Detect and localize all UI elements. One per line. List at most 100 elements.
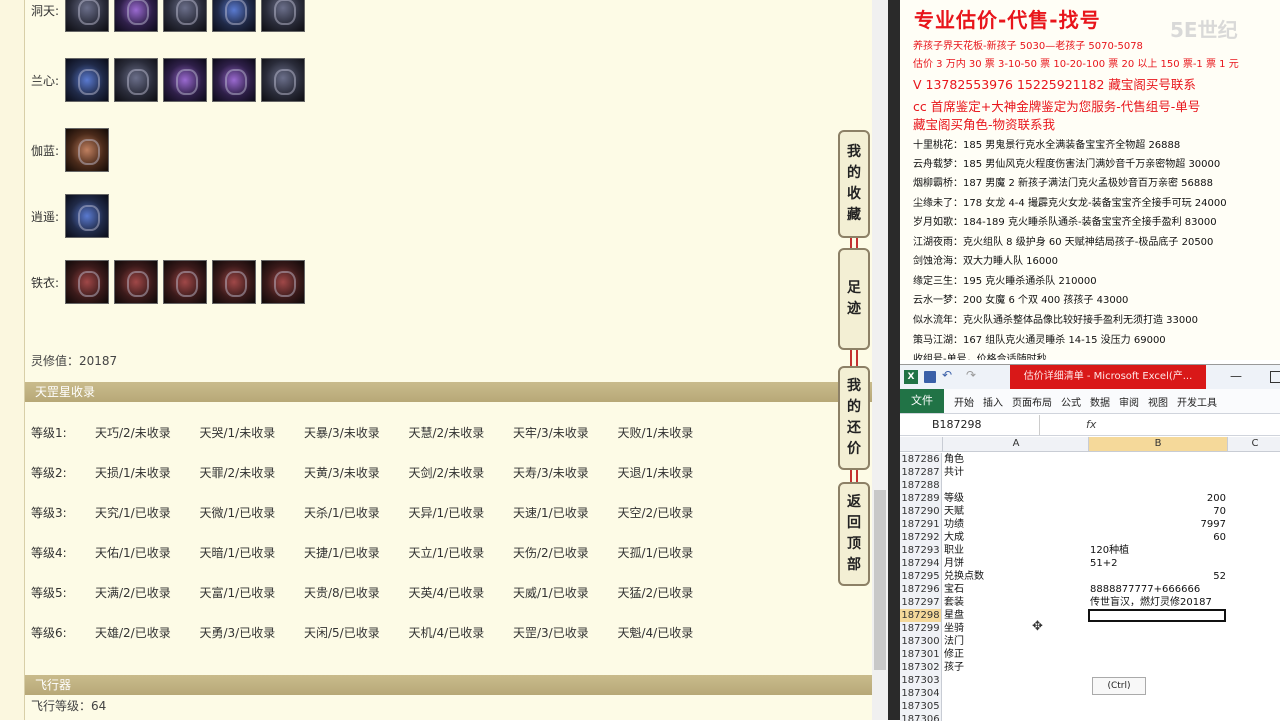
equipment-item-icon[interactable] bbox=[65, 128, 109, 172]
footprint-button[interactable]: 足迹 bbox=[838, 248, 870, 350]
column-header-a[interactable]: A bbox=[942, 437, 1089, 451]
sheet-row: 187305 bbox=[900, 700, 1280, 713]
row-number[interactable]: 187305 bbox=[900, 700, 942, 713]
equipment-item-icon[interactable] bbox=[114, 0, 158, 32]
equipment-item-icon[interactable] bbox=[212, 58, 256, 102]
equipment-item-icon[interactable] bbox=[65, 0, 109, 32]
my-bargain-button[interactable]: 我的还价 bbox=[838, 366, 870, 470]
equipment-item-icon[interactable] bbox=[163, 58, 207, 102]
maximize-icon[interactable] bbox=[1270, 371, 1280, 383]
row-number[interactable]: 187293 bbox=[900, 544, 942, 557]
redo-icon[interactable]: ↷ bbox=[966, 368, 976, 382]
excel-app-icon[interactable]: X bbox=[904, 370, 918, 384]
row-number[interactable]: 187295 bbox=[900, 570, 942, 583]
ribbon-tab[interactable]: 页面布局 bbox=[1012, 394, 1052, 409]
equipment-item-icon[interactable] bbox=[212, 0, 256, 32]
equipment-item-icon[interactable] bbox=[261, 58, 305, 102]
cell-a[interactable]: 宝石 bbox=[944, 583, 1088, 596]
paste-options-button[interactable]: (Ctrl) bbox=[1092, 677, 1146, 695]
equipment-item-icon[interactable] bbox=[261, 0, 305, 32]
cell-a[interactable]: 共计 bbox=[944, 466, 1088, 479]
cell-a[interactable]: 角色 bbox=[944, 453, 1088, 466]
fx-icon[interactable]: fx bbox=[1086, 415, 1096, 435]
cell-a[interactable]: 套装 bbox=[944, 596, 1088, 609]
ribbon-tab[interactable]: 开发工具 bbox=[1177, 394, 1217, 409]
back-to-top-button[interactable]: 返回顶部 bbox=[838, 482, 870, 586]
row-number[interactable]: 187286 bbox=[900, 453, 942, 466]
cell-a[interactable]: 功绩 bbox=[944, 518, 1088, 531]
ribbon-tab[interactable]: 视图 bbox=[1148, 394, 1168, 409]
cell-a[interactable]: 大成 bbox=[944, 531, 1088, 544]
cell-a[interactable]: 星盘 bbox=[944, 609, 1088, 622]
row-number[interactable]: 187289 bbox=[900, 492, 942, 505]
equipment-item-icon[interactable] bbox=[114, 58, 158, 102]
row-number[interactable]: 187298 bbox=[900, 609, 942, 622]
equipment-item-icon[interactable] bbox=[65, 58, 109, 102]
cell-b[interactable]: 200 bbox=[1090, 492, 1226, 505]
equipment-item-icon[interactable] bbox=[261, 260, 305, 304]
star-entry: 天威/1/已收录 bbox=[513, 585, 589, 600]
equipment-item-icon[interactable] bbox=[65, 260, 109, 304]
ribbon-tab[interactable]: 数据 bbox=[1090, 394, 1110, 409]
cell-b[interactable]: 60 bbox=[1090, 531, 1226, 544]
row-number[interactable]: 187294 bbox=[900, 557, 942, 570]
equipment-item-icon[interactable] bbox=[163, 260, 207, 304]
row-number[interactable]: 187302 bbox=[900, 661, 942, 674]
row-number[interactable]: 187297 bbox=[900, 596, 942, 609]
column-header-c[interactable]: C bbox=[1230, 437, 1280, 451]
ad-line: 养孩子界天花板-新孩子 5030—老孩子 5070-5078 bbox=[913, 41, 1143, 52]
cell-a[interactable]: 孩子 bbox=[944, 661, 1088, 674]
cell-b[interactable]: 7997 bbox=[1090, 518, 1226, 531]
cell-b[interactable]: 51+2 bbox=[1090, 557, 1226, 570]
my-favorites-button[interactable]: 我的收藏 bbox=[838, 130, 870, 238]
ad-line: 尘缘未了：178 女龙 4-4 撮霹克火女龙-装备宝宝齐全接手可玩 24000 bbox=[913, 198, 1227, 209]
ribbon-tab[interactable]: 开始 bbox=[954, 394, 974, 409]
row-number[interactable]: 187300 bbox=[900, 635, 942, 648]
cell-a[interactable]: 职业 bbox=[944, 544, 1088, 557]
name-box[interactable]: B187298 bbox=[900, 415, 1040, 435]
sheet-row: 187297 套装 传世盲汉，燃灯灵修20187 bbox=[900, 596, 1280, 609]
equipment-row: 兰心: bbox=[31, 56, 310, 104]
minimize-icon[interactable]: — bbox=[1230, 369, 1242, 383]
equipment-item-icon[interactable] bbox=[114, 260, 158, 304]
equipment-item-icon[interactable] bbox=[212, 260, 256, 304]
cell-a[interactable]: 坐骑 bbox=[944, 622, 1088, 635]
cell-a[interactable]: 修正 bbox=[944, 648, 1088, 661]
star-entry: 天暴/3/未收录 bbox=[304, 425, 380, 440]
cell-a[interactable]: 月饼 bbox=[944, 557, 1088, 570]
cell-a[interactable]: 法门 bbox=[944, 635, 1088, 648]
ribbon-tab[interactable]: 公式 bbox=[1061, 394, 1081, 409]
sheet-row: 187293 职业 120种植 bbox=[900, 544, 1280, 557]
cell-a[interactable]: 天赋 bbox=[944, 505, 1088, 518]
cell-b[interactable]: 52 bbox=[1090, 570, 1226, 583]
row-number[interactable]: 187287 bbox=[900, 466, 942, 479]
sheet-row: 187290 天赋 70 bbox=[900, 505, 1280, 518]
ribbon-tab[interactable]: 审阅 bbox=[1119, 394, 1139, 409]
equipment-item-icon[interactable] bbox=[65, 194, 109, 238]
row-number[interactable]: 187304 bbox=[900, 687, 942, 700]
cell-b[interactable]: 8888877777+666666 bbox=[1090, 583, 1226, 596]
ribbon-tab[interactable]: 插入 bbox=[983, 394, 1003, 409]
row-number[interactable]: 187291 bbox=[900, 518, 942, 531]
watermark-logo: 5E世纪 bbox=[1170, 18, 1238, 42]
page-scrollbar-thumb[interactable] bbox=[874, 490, 886, 670]
row-number[interactable]: 187290 bbox=[900, 505, 942, 518]
column-header-b[interactable]: B bbox=[1088, 437, 1228, 451]
tab-file[interactable]: 文件 bbox=[900, 389, 944, 413]
row-number[interactable]: 187288 bbox=[900, 479, 942, 492]
row-number[interactable]: 187301 bbox=[900, 648, 942, 661]
cell-b[interactable]: 传世盲汉，燃灯灵修20187 bbox=[1090, 596, 1226, 609]
star-level-row: 等级1: 天巧/2/未收录 天哭/1/未收录 天暴/3/未收录 天慧/2/未收录 天牢/3… bbox=[31, 422, 722, 442]
cell-a[interactable]: 等级 bbox=[944, 492, 1088, 505]
row-number[interactable]: 187292 bbox=[900, 531, 942, 544]
save-icon[interactable] bbox=[924, 371, 936, 383]
undo-icon[interactable]: ↶ bbox=[942, 368, 952, 382]
row-number[interactable]: 187296 bbox=[900, 583, 942, 596]
star-level-label: 等级2: bbox=[31, 465, 67, 480]
equipment-item-icon[interactable] bbox=[163, 0, 207, 32]
cell-a[interactable]: 兑换点数 bbox=[944, 570, 1088, 583]
cell-b[interactable]: 120种植 bbox=[1090, 544, 1226, 557]
row-number[interactable]: 187299 bbox=[900, 622, 942, 635]
row-number[interactable]: 187303 bbox=[900, 674, 942, 687]
cell-b[interactable]: 70 bbox=[1090, 505, 1226, 518]
